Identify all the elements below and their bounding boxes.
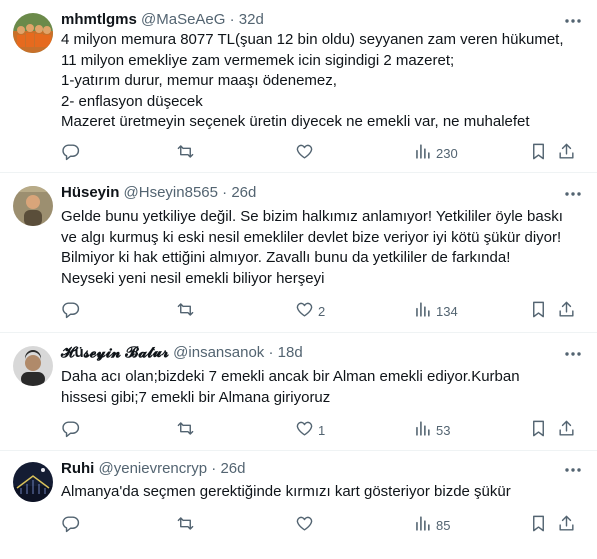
retweet-icon	[176, 142, 195, 164]
reply-icon	[61, 514, 80, 536]
action-bar: 230	[61, 143, 583, 163]
timestamp[interactable]: 26d	[231, 184, 256, 201]
share-button[interactable]	[557, 143, 576, 163]
timestamp[interactable]: 18d	[278, 344, 303, 361]
bookmark-icon	[529, 300, 548, 322]
views-button[interactable]: 134	[413, 301, 458, 321]
tweet[interactable]: Ruhi @yenievrencryp · 26d Almanya'da seç…	[0, 451, 597, 559]
avatar[interactable]	[13, 346, 53, 386]
retweet-icon	[176, 419, 195, 441]
heart-icon	[295, 142, 314, 164]
display-name[interactable]: Hüseyin	[61, 184, 119, 201]
share-icon	[557, 514, 576, 536]
like-count: 2	[318, 303, 326, 319]
action-bar: 2 134	[61, 301, 583, 321]
tweet-header: Ruhi @yenievrencryp · 26d	[61, 459, 557, 479]
share-button[interactable]	[557, 420, 576, 440]
tweet-header: Hüseyin @Hseyin8565 · 26d	[61, 183, 557, 203]
retweet-button[interactable]	[176, 420, 199, 440]
tweet-text: 4 milyon memura 8077 TL(şuan 12 bin oldu…	[61, 31, 564, 130]
reply-button[interactable]	[61, 515, 84, 535]
tweet-text: Almanya'da seçmen gerektiğinde kırmızı k…	[61, 483, 511, 500]
display-name[interactable]: Ruhi	[61, 460, 94, 477]
views-icon	[413, 419, 432, 441]
more-icon[interactable]	[563, 11, 583, 31]
action-bar: 85	[61, 515, 583, 535]
user-handle[interactable]: @Hseyin8565	[124, 184, 218, 201]
share-button[interactable]	[557, 515, 576, 535]
like-button[interactable]: 2	[295, 301, 325, 321]
like-count: 1	[318, 422, 326, 438]
separator-dot: ·	[222, 184, 228, 201]
bookmark-icon	[529, 419, 548, 441]
tweet-text: Gelde bunu yetkiliye değil. Se bizim hal…	[61, 208, 563, 287]
retweet-button[interactable]	[176, 515, 199, 535]
tweet-header: 𝓗ü𝓼𝓮𝔂𝓲𝓷 𝓑𝓪𝓽𝓾𝓻 @insansanok · 18d	[61, 343, 557, 363]
heart-icon	[295, 300, 314, 322]
views-count: 134	[436, 303, 458, 319]
share-icon	[557, 300, 576, 322]
retweet-button[interactable]	[176, 301, 199, 321]
views-count: 53	[436, 422, 451, 438]
heart-icon	[295, 514, 314, 536]
tweet-header: mhmtlgms @MaSeAeG · 32d	[61, 10, 557, 30]
bookmark-button[interactable]	[529, 301, 548, 321]
tweet-text: Daha acı olan;bizdeki 7 emekli ancak bir…	[61, 368, 520, 406]
views-button[interactable]: 85	[413, 515, 450, 535]
more-icon[interactable]	[563, 344, 583, 364]
display-name[interactable]: mhmtlgms	[61, 11, 137, 28]
like-button[interactable]	[295, 515, 318, 535]
tweet[interactable]: mhmtlgms @MaSeAeG · 32d 4 milyon memura …	[0, 0, 597, 173]
bookmark-icon	[529, 142, 548, 164]
retweet-icon	[176, 300, 195, 322]
avatar[interactable]	[13, 13, 53, 53]
bookmark-button[interactable]	[529, 143, 548, 163]
avatar[interactable]	[13, 462, 53, 502]
share-icon	[557, 142, 576, 164]
bookmark-icon	[529, 514, 548, 536]
views-count: 85	[436, 517, 451, 533]
more-icon[interactable]	[563, 460, 583, 480]
retweet-button[interactable]	[176, 143, 199, 163]
like-button[interactable]	[295, 143, 318, 163]
tweet[interactable]: Hüseyin @Hseyin8565 · 26d Gelde bunu yet…	[0, 173, 597, 333]
heart-icon	[295, 419, 314, 441]
reply-button[interactable]	[61, 420, 84, 440]
more-icon[interactable]	[563, 184, 583, 204]
tweet[interactable]: 𝓗ü𝓼𝓮𝔂𝓲𝓷 𝓑𝓪𝓽𝓾𝓻 @insansanok · 18d Daha acı…	[0, 333, 597, 451]
views-icon	[413, 142, 432, 164]
avatar[interactable]	[13, 186, 53, 226]
like-button[interactable]: 1	[295, 420, 325, 440]
views-icon	[413, 514, 432, 536]
share-button[interactable]	[557, 301, 576, 321]
reply-button[interactable]	[61, 301, 84, 321]
separator-dot: ·	[268, 344, 274, 361]
reply-icon	[61, 419, 80, 441]
bookmark-button[interactable]	[529, 515, 548, 535]
timestamp[interactable]: 26d	[220, 460, 245, 477]
reply-button[interactable]	[61, 143, 84, 163]
views-icon	[413, 300, 432, 322]
user-handle[interactable]: @insansanok	[173, 344, 264, 361]
reply-icon	[61, 142, 80, 164]
share-icon	[557, 419, 576, 441]
separator-dot: ·	[211, 460, 217, 477]
bookmark-button[interactable]	[529, 420, 548, 440]
views-count: 230	[436, 145, 458, 161]
user-handle[interactable]: @yenievrencryp	[99, 460, 208, 477]
action-bar: 1 53	[61, 420, 583, 440]
views-button[interactable]: 230	[413, 143, 458, 163]
display-name[interactable]: 𝓗ü𝓼𝓮𝔂𝓲𝓷 𝓑𝓪𝓽𝓾𝓻	[61, 344, 169, 361]
retweet-icon	[176, 514, 195, 536]
views-button[interactable]: 53	[413, 420, 450, 440]
separator-dot: ·	[229, 11, 235, 28]
reply-icon	[61, 300, 80, 322]
user-handle[interactable]: @MaSeAeG	[141, 11, 225, 28]
timestamp[interactable]: 32d	[239, 11, 264, 28]
